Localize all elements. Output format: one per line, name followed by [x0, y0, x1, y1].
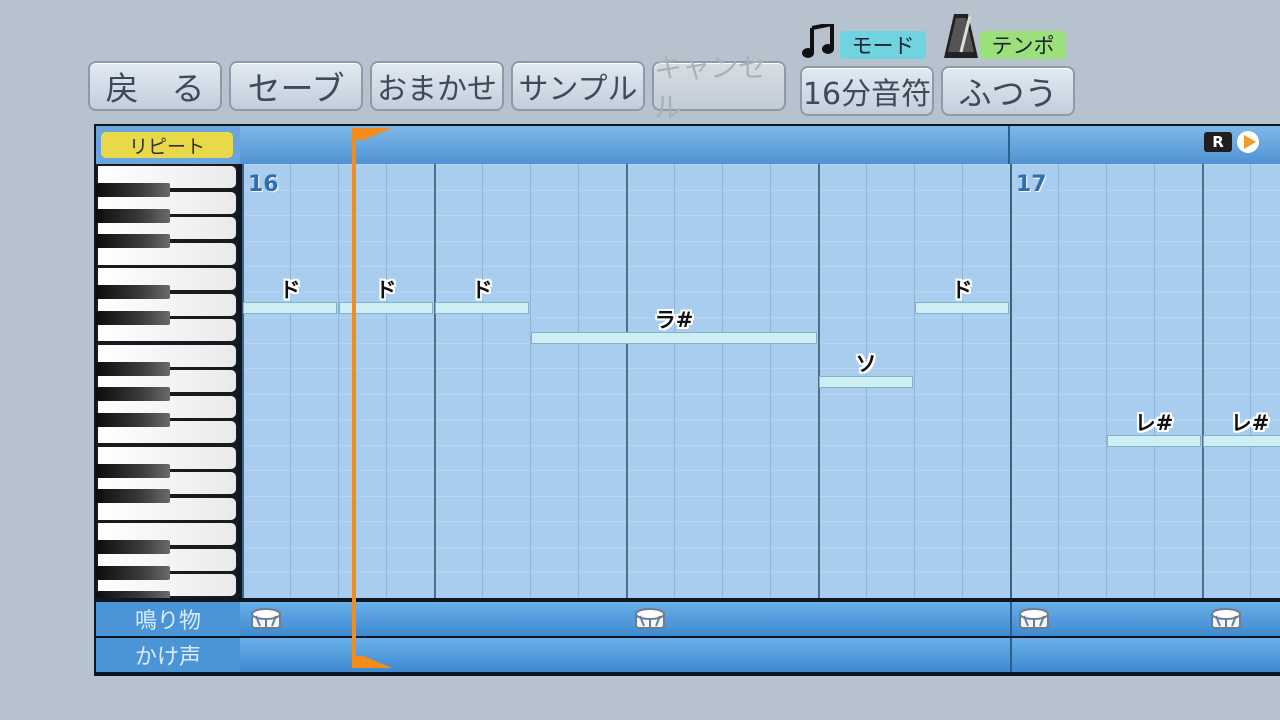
grid-column-line [482, 164, 483, 598]
drum-icon[interactable] [1018, 606, 1050, 634]
grid-column-line [1010, 164, 1012, 598]
back-button[interactable]: 戻 る [88, 61, 222, 111]
note-grid[interactable]: 16 17 ド ド ドラ# ソ ドレ# レ# [242, 164, 1280, 598]
note-label: ソ [855, 352, 877, 376]
grid-column-line [674, 164, 675, 598]
grid-column-line [1202, 164, 1204, 598]
repeat-area: リピート [96, 126, 240, 164]
tempo-select[interactable]: ふつう [941, 66, 1075, 116]
track-name: 鳴り物 [96, 602, 240, 636]
grid-column-line [242, 164, 244, 598]
note-label: ド [951, 278, 973, 302]
drum-icon[interactable] [1210, 606, 1242, 634]
note-label: ド [279, 278, 301, 302]
grid-row-line [242, 470, 1280, 471]
sample-button[interactable]: サンプル [511, 61, 645, 111]
grid-column-line [1250, 164, 1251, 598]
grid-row-line [242, 393, 1280, 395]
grid-row-line [242, 189, 1280, 191]
grid-row-line [242, 164, 1280, 165]
playhead-top-flag [352, 128, 392, 140]
grid-column-line [434, 164, 436, 598]
grid-row-line [242, 266, 1280, 267]
grid-column-line [962, 164, 963, 598]
piano-black-key[interactable] [96, 208, 170, 223]
track-row-narimono[interactable]: 鳴り物 [96, 602, 1280, 636]
grid-row-line [242, 572, 1280, 573]
track-bar-divider [1010, 602, 1012, 636]
music-note-icon [802, 24, 834, 58]
r-badge[interactable]: R [1204, 132, 1232, 152]
track-name: かけ声 [96, 638, 240, 672]
track-bar-divider [1010, 638, 1012, 672]
note-label: ド [471, 278, 493, 302]
grid-column-line [290, 164, 291, 598]
grid-row-line [242, 521, 1280, 522]
grid-column-line [338, 164, 339, 598]
piano-black-key[interactable] [96, 361, 170, 376]
piano-black-key[interactable] [96, 565, 170, 580]
grid-row-line [242, 317, 1280, 318]
sequencer-panel: リピート R 16 17 ド ド ドラ# ソ ドレ# レ# 鳴り物 かけ声 [94, 124, 1280, 676]
bar-number: 16 [248, 172, 279, 197]
piano-black-key[interactable] [96, 540, 170, 554]
grid-row-line [242, 240, 1280, 242]
piano-black-key[interactable] [96, 412, 170, 427]
piano-black-key[interactable] [96, 463, 170, 478]
tempo-label: テンポ [980, 31, 1066, 59]
bar-number: 17 [1016, 172, 1047, 197]
grid-column-line [770, 164, 771, 598]
mode-select[interactable]: 16分音符 [800, 66, 934, 116]
repeat-toggle[interactable]: リピート [101, 132, 233, 158]
grid-row-line [242, 546, 1280, 548]
percussion-tracks: 鳴り物 かけ声 [96, 602, 1280, 672]
note-label: ラ# [654, 308, 694, 332]
grid-column-line [530, 164, 531, 598]
track-row-kakegoe[interactable]: かけ声 [96, 638, 1280, 672]
piano-keyboard[interactable] [96, 164, 238, 598]
note-label: ド [375, 278, 397, 302]
grid-column-line [914, 164, 915, 598]
grid-column-line [722, 164, 723, 598]
grid-row-line [242, 368, 1280, 369]
piano-black-key[interactable] [96, 489, 170, 503]
timeline-header[interactable]: R [240, 126, 1280, 164]
grid-column-line [1106, 164, 1107, 598]
grid-row-line [242, 215, 1280, 216]
auto-compose-button[interactable]: おまかせ [370, 61, 504, 111]
note-label: レ# [1230, 411, 1270, 435]
grid-column-line [1154, 164, 1155, 598]
cancel-button: キャンセル [652, 51, 786, 124]
playhead-bottom-flag [352, 656, 392, 668]
piano-black-key[interactable] [96, 285, 170, 299]
grid-column-line [626, 164, 628, 598]
piano-black-key[interactable] [96, 234, 170, 248]
grid-row-line [242, 495, 1280, 497]
grid-column-line [1058, 164, 1059, 598]
drum-icon[interactable] [250, 606, 282, 634]
grid-column-line [386, 164, 387, 598]
grid-column-line [578, 164, 579, 598]
header-bar-divider [1008, 126, 1010, 164]
piano-black-key[interactable] [96, 183, 170, 197]
piano-black-key[interactable] [96, 310, 170, 325]
mode-label: モード [840, 31, 926, 59]
scroll-right-icon[interactable] [1236, 130, 1260, 154]
drum-icon[interactable] [634, 606, 666, 634]
playhead[interactable] [352, 128, 392, 668]
piano-black-key[interactable] [96, 591, 170, 598]
save-button[interactable]: セーブ [229, 61, 363, 111]
grid-row-line [242, 291, 1280, 293]
note-label: レ# [1134, 411, 1174, 435]
piano-black-key[interactable] [96, 387, 170, 401]
grid-row-line [242, 419, 1280, 420]
metronome-icon [944, 14, 978, 58]
